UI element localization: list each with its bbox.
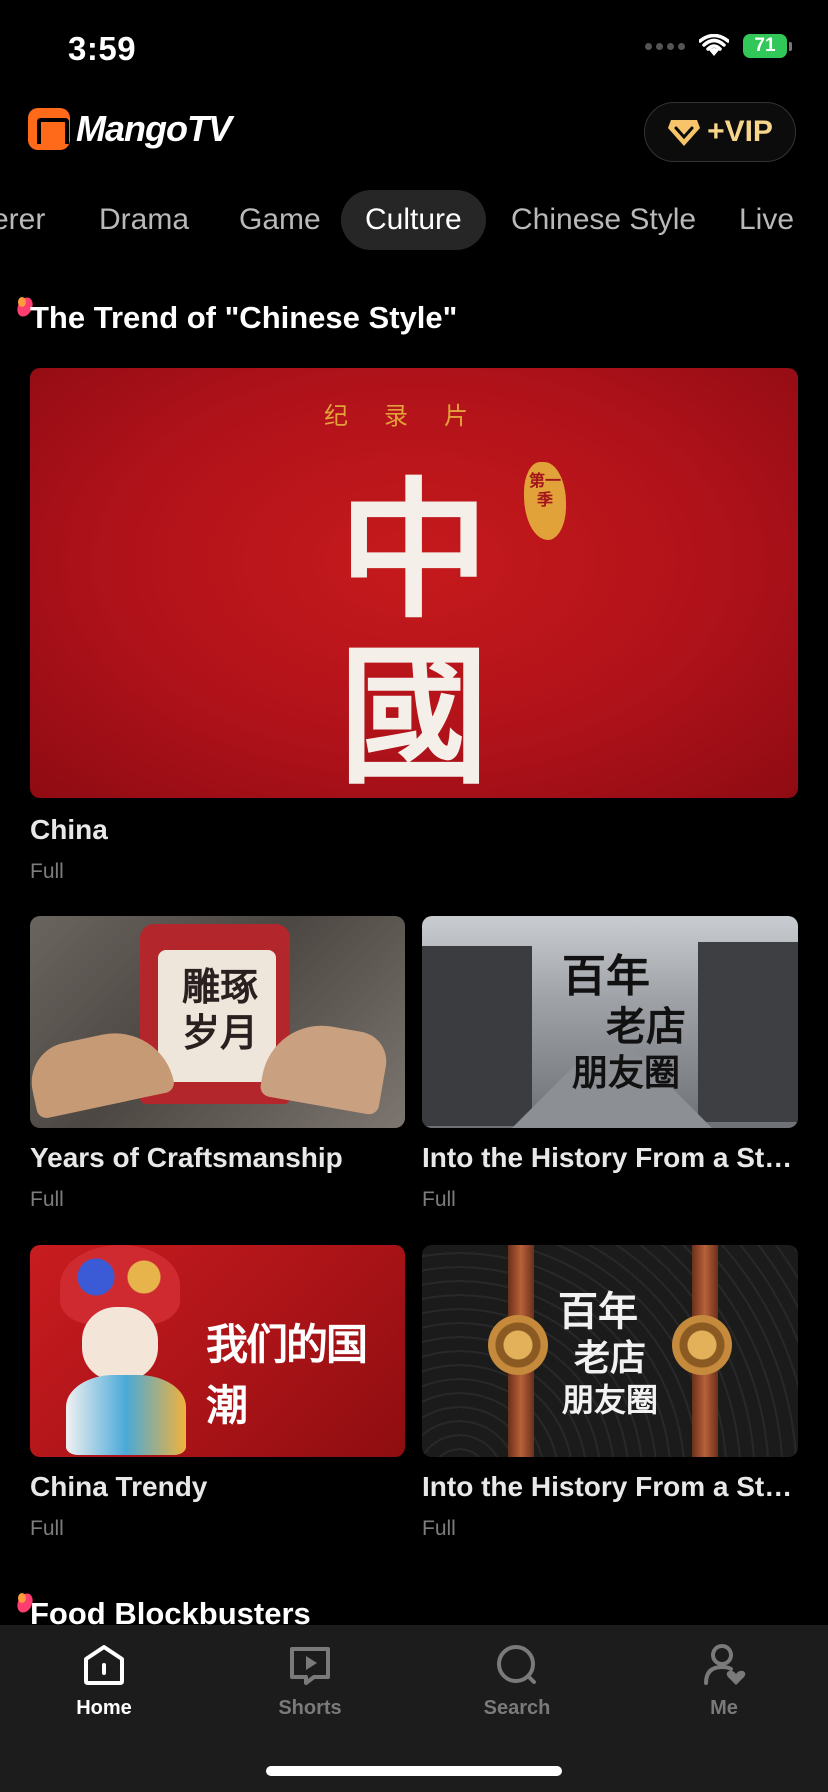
poster-text: 雕琢岁月 [181,964,258,1055]
card-poster[interactable]: 我们的国潮 [30,1245,405,1457]
logo-text: MangoTV [76,108,232,149]
poster-text: 我们的国潮 [206,1320,368,1430]
battery-level: 71 [743,34,787,58]
home-indicator [266,1766,562,1776]
section-title: The Trend of "Chinese Style" [30,300,458,335]
status-indicators: 71 [645,34,792,58]
app-header: MangoTV +VIP [0,100,828,190]
wifi-icon [699,34,729,56]
poster-text: 老店 [574,1337,647,1379]
tab-drama[interactable]: Drama [99,190,189,250]
poster-char-guo: 國 [338,629,490,798]
featured-title[interactable]: China [30,814,790,846]
profile-icon [704,1644,746,1685]
tab-game[interactable]: Game [239,190,321,250]
card-poster[interactable]: 雕琢岁月 [30,916,405,1128]
status-bar: 3:59 71 [0,0,828,100]
card-title[interactable]: Years of Craftsmanship [30,1142,405,1174]
nav-search[interactable]: Search [447,1641,587,1720]
nav-home[interactable]: Home [34,1641,174,1720]
card-poster[interactable]: 百年 老店 朋友圈 [422,1245,798,1457]
shorts-icon [290,1647,330,1685]
search-icon [497,1645,536,1684]
featured-subtitle: Full [30,860,64,883]
card-title[interactable]: Into the History From a Store [422,1471,798,1503]
featured-poster[interactable]: 纪录片 中 國 第一季 [30,368,798,798]
vip-label: +VIP [707,115,773,148]
vip-button[interactable]: +VIP [644,102,796,162]
poster-text: 朋友圈 [572,1052,681,1094]
nav-shorts[interactable]: Shorts [240,1641,380,1720]
card-title[interactable]: Into the History From a Store [422,1142,798,1174]
nav-label: Me [710,1697,738,1719]
battery-icon: 71 [743,34,792,58]
card-title[interactable]: China Trendy [30,1471,405,1503]
mangotv-logo[interactable]: MangoTV [28,108,232,150]
diamond-icon [668,120,701,146]
tab-live[interactable]: Live [739,190,794,250]
card-subtitle: Full [30,1188,64,1211]
poster-documentary-label: 纪录片 [324,402,504,430]
tab-chinese-style[interactable]: Chinese Style [511,190,696,250]
card-subtitle: Full [422,1188,456,1211]
card-subtitle: Full [422,1517,456,1540]
nav-me[interactable]: Me [654,1641,794,1720]
poster-text: 朋友圈 [562,1381,659,1419]
tab-erer[interactable]: erer [0,190,45,250]
card-poster[interactable]: 百年 老店 朋友圈 [422,916,798,1128]
tab-culture[interactable]: Culture [341,190,486,250]
mango-logo-icon [28,108,70,150]
nav-label: Search [483,1697,551,1719]
home-icon [84,1645,124,1685]
cellular-signal-icon [645,42,685,50]
nav-label: Home [76,1697,132,1719]
category-tabs: erer Drama Game Culture Chinese Style Li… [0,190,828,252]
card-subtitle: Full [30,1517,64,1540]
status-time: 3:59 [68,30,137,67]
nav-label: Shorts [278,1697,342,1719]
poster-season-seal: 第一季 [524,462,566,540]
